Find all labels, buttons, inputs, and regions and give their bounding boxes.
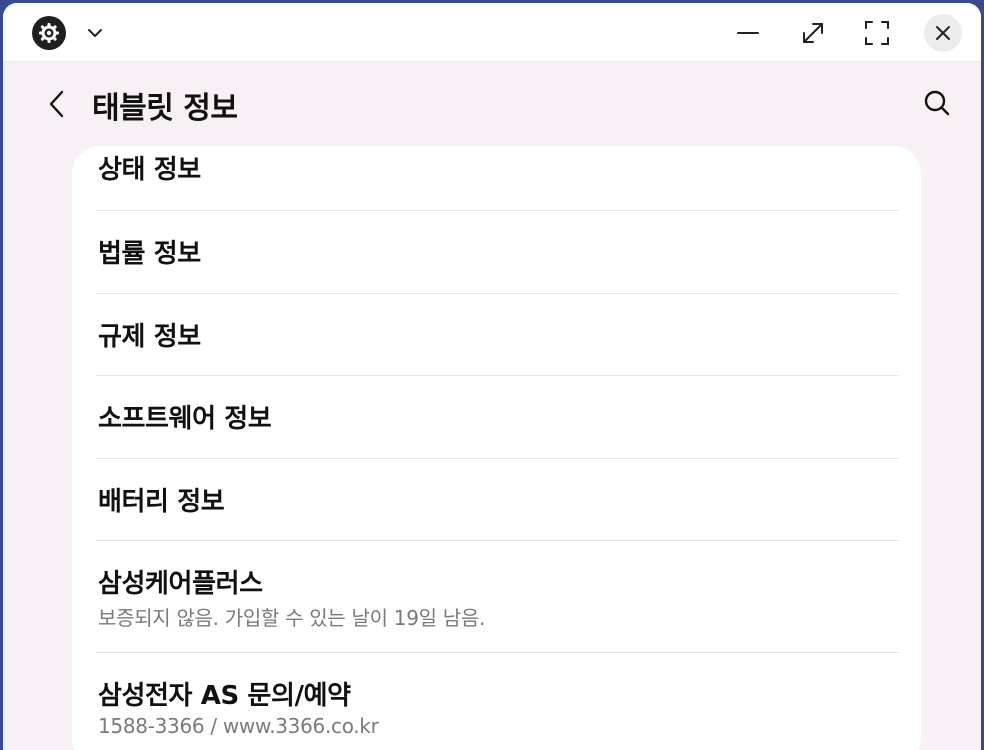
list-item-label: 배터리 정보 [98,487,225,517]
list-item-label: 소프트웨어 정보 [98,404,272,434]
title-bar [3,3,981,62]
list-item-label: 삼성전자 AS 문의/예약 [98,681,351,711]
settings-gear-icon[interactable] [32,16,66,50]
settings-list-card: 상태 정보 법률 정보 규제 정보 소프트웨어 정보 배터리 정보 삼성케어플러… [72,146,921,750]
list-item-label: 규제 정보 [98,322,201,352]
list-item-battery-info[interactable]: 배터리 정보 [96,459,899,541]
fullscreen-icon[interactable] [858,14,896,52]
list-item-software-info[interactable]: 소프트웨어 정보 [96,376,899,458]
list-item-subtext: 보증되지 않음. 가입할 수 있는 날이 19일 남음. [98,606,486,630]
list-item-samsung-care-plus[interactable]: 삼성케어플러스 보증되지 않음. 가입할 수 있는 날이 19일 남음. [96,541,899,652]
list-item-legal-info[interactable]: 법률 정보 [96,211,899,293]
list-item-label: 상태 정보 [98,155,201,185]
list-item-label: 법률 정보 [98,239,201,269]
page-title: 태블릿 정보 [92,91,238,126]
list-item-subtext: 1588-3366 / www.3366.co.kr [98,714,379,738]
chevron-left-icon[interactable] [41,87,75,121]
minimize-icon[interactable] [729,14,767,52]
search-icon[interactable] [919,85,955,121]
list-item-regulatory-info[interactable]: 규제 정보 [96,294,899,376]
app-header: 태블릿 정보 [3,61,981,151]
chevron-down-icon[interactable] [76,14,114,52]
resize-diagonal-icon[interactable] [794,14,832,52]
settings-window: 태블릿 정보 상태 정보 법률 정보 규제 정보 소프트웨어 정보 배터리 정보 [3,3,981,750]
close-icon[interactable] [924,14,962,52]
list-item-status-info[interactable]: 상태 정보 [96,146,899,210]
list-item-samsung-as-support[interactable]: 삼성전자 AS 문의/예약 1588-3366 / www.3366.co.kr [96,653,899,750]
list-item-label: 삼성케어플러스 [98,569,263,599]
